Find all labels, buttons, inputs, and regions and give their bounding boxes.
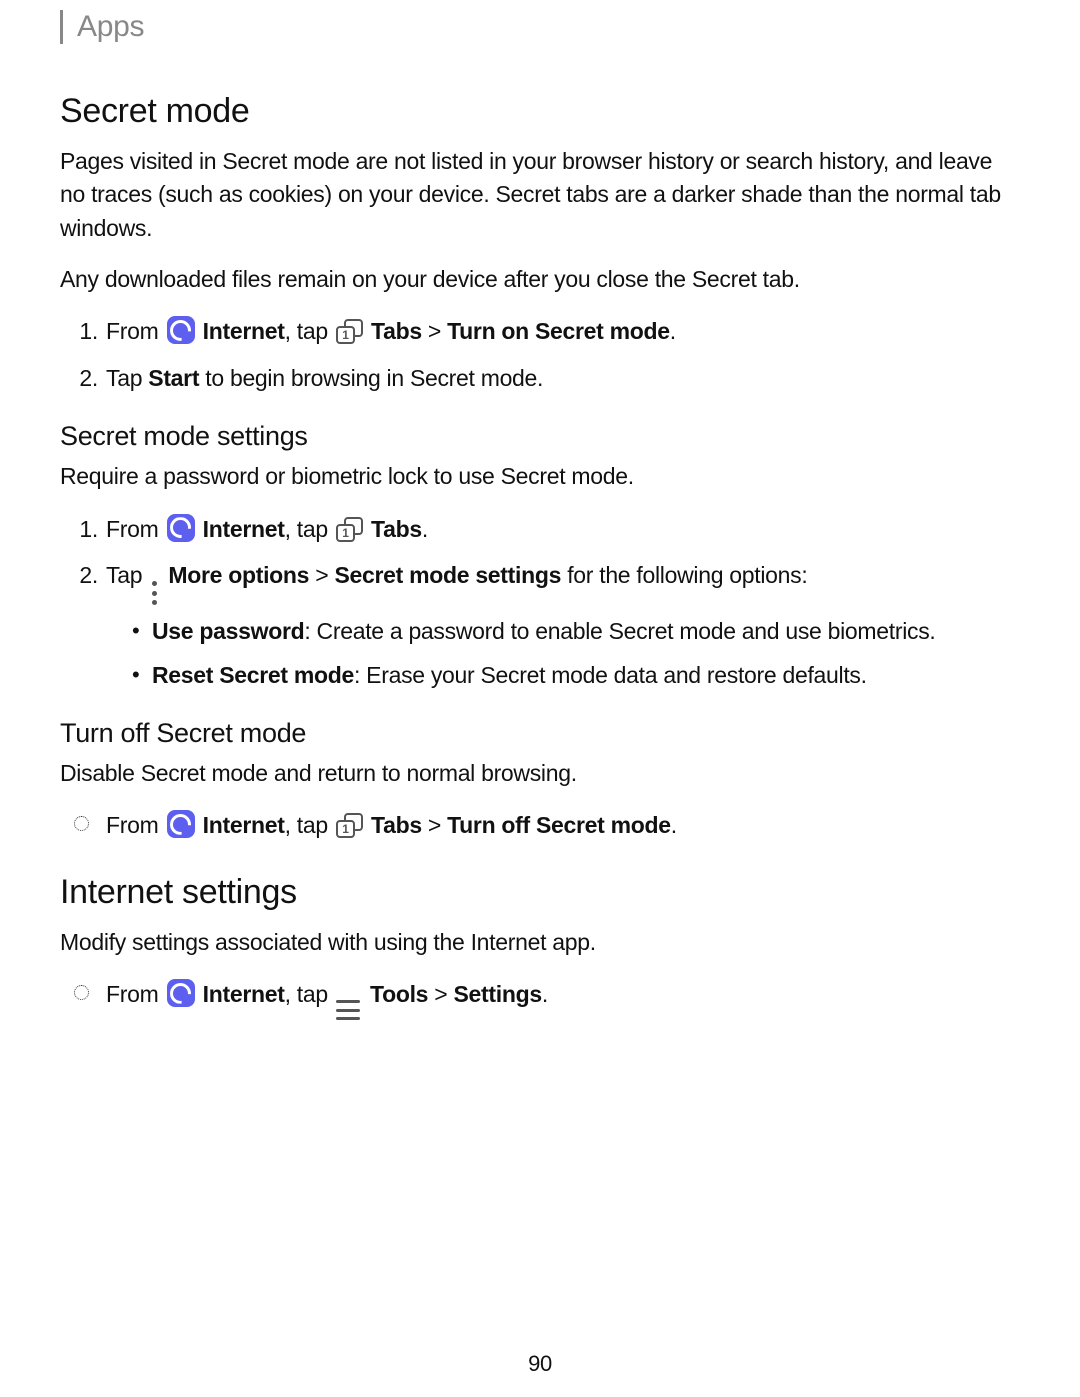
list-item: Use password: Create a password to enabl… bbox=[138, 615, 1020, 648]
heading-secret-mode-settings: Secret mode settings bbox=[60, 421, 1020, 452]
secret-mode-para1: Pages visited in Secret mode are not lis… bbox=[60, 145, 1020, 245]
list-item: 2. Tap More options > Secret mode settin… bbox=[88, 558, 1020, 692]
list-item: From Internet, tap 1 Tabs > Turn off Sec… bbox=[88, 808, 1020, 843]
internet-icon bbox=[167, 316, 195, 344]
list-item: 2. Tap Start to begin browsing in Secret… bbox=[88, 361, 1020, 396]
internet-icon bbox=[167, 810, 195, 838]
tools-icon bbox=[336, 1000, 360, 1020]
tabs-icon: 1 bbox=[336, 517, 363, 542]
section-label: Apps bbox=[77, 10, 144, 43]
secret-mode-steps: 1. From Internet, tap 1 Tabs > Turn on S… bbox=[60, 314, 1020, 395]
secret-mode-para2: Any downloaded files remain on your devi… bbox=[60, 263, 1020, 296]
tabs-icon: 1 bbox=[336, 813, 363, 838]
page-number: 90 bbox=[0, 1351, 1080, 1377]
heading-internet-settings: Internet settings bbox=[60, 873, 1020, 912]
internet-settings-intro: Modify settings associated with using th… bbox=[60, 926, 1020, 959]
list-item: 1. From Internet, tap 1 Tabs > Turn on S… bbox=[88, 314, 1020, 349]
tabs-icon: 1 bbox=[336, 319, 363, 344]
internet-icon bbox=[167, 514, 195, 542]
settings-intro: Require a password or biometric lock to … bbox=[60, 460, 1020, 493]
list-item: From Internet, tap Tools > Settings. bbox=[88, 977, 1020, 1020]
list-item: Reset Secret mode: Erase your Secret mod… bbox=[138, 659, 1020, 692]
internet-settings-steps: From Internet, tap Tools > Settings. bbox=[60, 977, 1020, 1020]
heading-turn-off: Turn off Secret mode bbox=[60, 718, 1020, 749]
internet-icon bbox=[167, 979, 195, 1007]
settings-options: Use password: Create a password to enabl… bbox=[106, 615, 1020, 692]
more-options-icon bbox=[149, 581, 159, 605]
settings-steps: 1. From Internet, tap 1 Tabs. 2. Tap Mor… bbox=[60, 512, 1020, 692]
list-item: 1. From Internet, tap 1 Tabs. bbox=[88, 512, 1020, 547]
page-header: Apps bbox=[60, 10, 1020, 44]
heading-secret-mode: Secret mode bbox=[60, 92, 1020, 131]
turnoff-intro: Disable Secret mode and return to normal… bbox=[60, 757, 1020, 790]
turnoff-steps: From Internet, tap 1 Tabs > Turn off Sec… bbox=[60, 808, 1020, 843]
